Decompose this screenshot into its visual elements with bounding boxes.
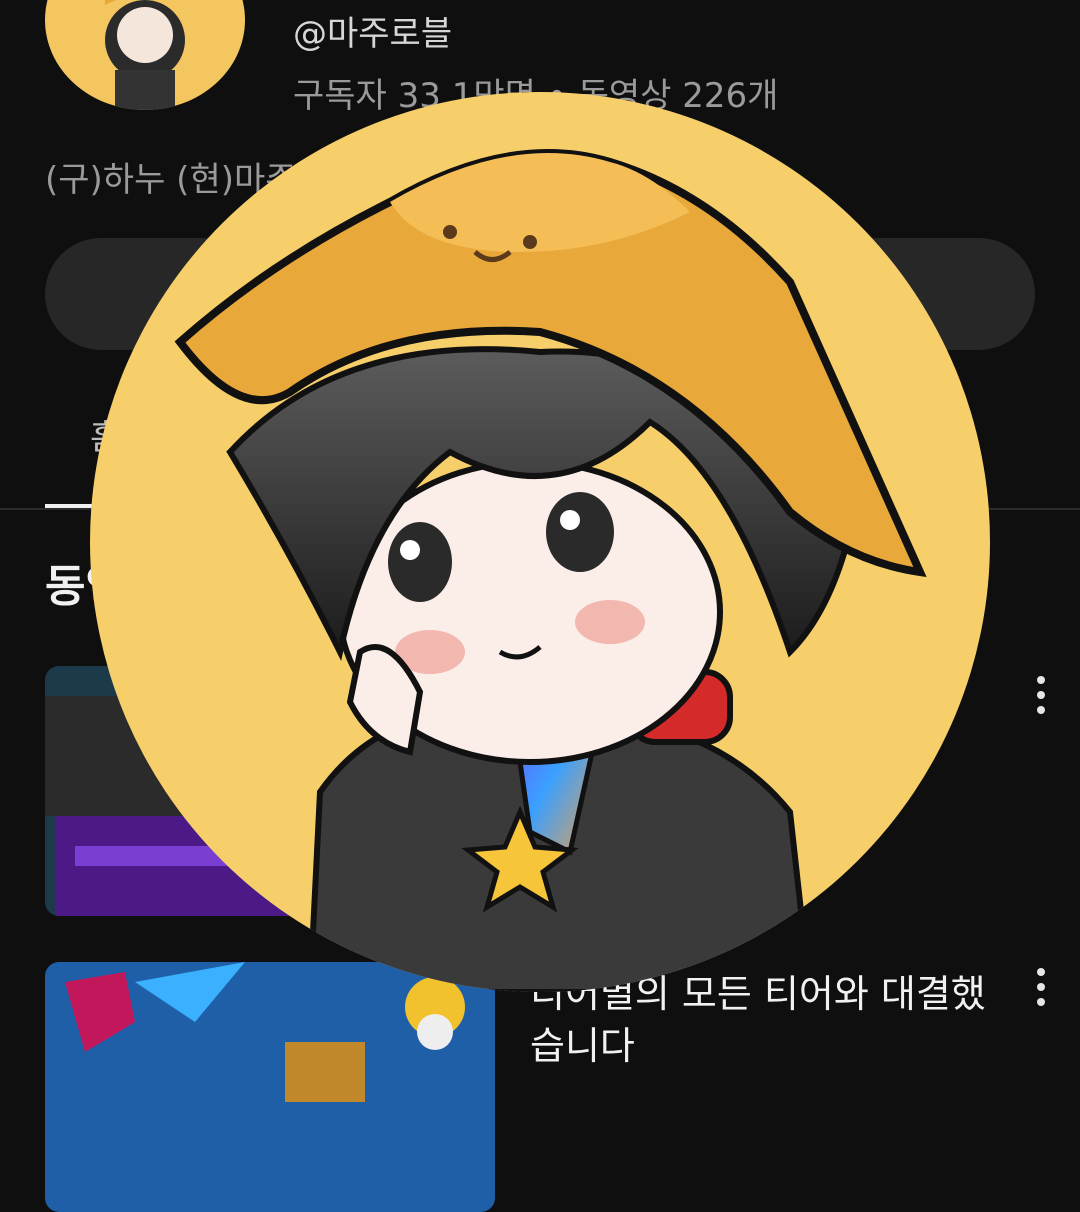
- enlarged-avatar[interactable]: [90, 92, 990, 992]
- video-thumbnail-icon: [45, 962, 495, 1212]
- more-options-icon[interactable]: [1036, 676, 1046, 720]
- profile-avatar-icon: [90, 92, 990, 992]
- more-options-icon[interactable]: [1036, 968, 1046, 1012]
- channel-handle: @마주로블: [293, 14, 453, 54]
- video-thumbnail[interactable]: [45, 962, 495, 1212]
